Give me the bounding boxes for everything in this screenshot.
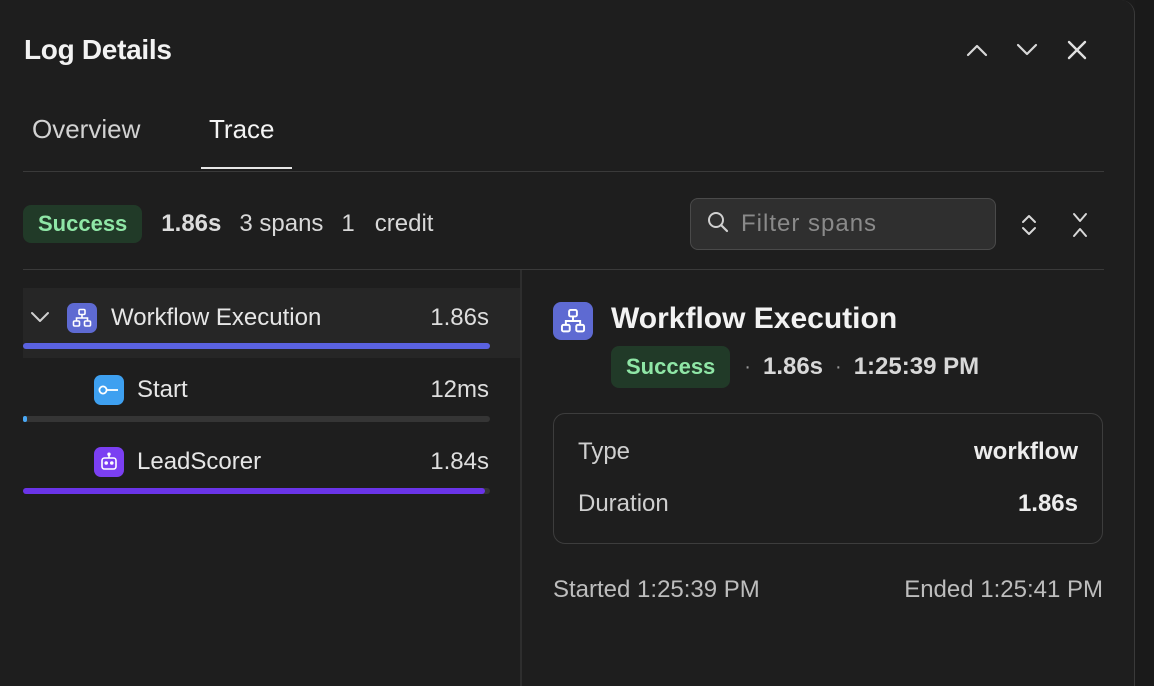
window-edge — [1135, 0, 1154, 686]
status-badge: Success — [23, 205, 143, 243]
detail-title: Workflow Execution — [611, 302, 898, 335]
span-duration: 1.86s — [430, 304, 489, 331]
attribute-value: 1.86s — [1017, 490, 1078, 517]
filter-spans-field[interactable] — [690, 198, 996, 250]
start-key-icon — [94, 375, 124, 405]
span-duration-bar-fill — [23, 416, 27, 422]
span-duration: 1.84s — [430, 448, 489, 475]
span-duration-bar-fill — [23, 488, 485, 494]
pane-divider[interactable] — [520, 270, 522, 686]
detail-meta: Success · 1.86s · 1:25:39 PM — [611, 346, 979, 388]
span-row-start[interactable]: Start 12ms — [23, 360, 520, 430]
robot-icon — [94, 447, 124, 477]
credit-label: credit — [374, 210, 434, 237]
separator-dot: · — [835, 355, 842, 378]
collapse-all-icon[interactable] — [1067, 211, 1093, 239]
attribute-row-type: Type workflow — [578, 438, 1078, 466]
tab-trace[interactable]: Trace — [209, 114, 275, 145]
span-duration-bar — [23, 488, 490, 494]
toolbar-divider — [23, 269, 1104, 270]
attribute-label: Duration — [578, 490, 669, 517]
span-duration-bar — [23, 343, 490, 349]
expand-all-icon[interactable] — [1016, 211, 1042, 239]
workflow-icon — [67, 303, 97, 333]
status-badge: Success — [611, 346, 731, 388]
chevron-up-icon[interactable] — [964, 36, 990, 64]
chevron-down-icon[interactable] — [1014, 36, 1040, 64]
ended-time: Ended 1:25:41 PM — [904, 576, 1103, 603]
header-actions — [964, 36, 1090, 64]
close-icon[interactable] — [1064, 36, 1090, 64]
detail-time: 1:25:39 PM — [853, 353, 980, 380]
search-icon — [707, 211, 729, 238]
chevron-down-icon[interactable] — [30, 310, 50, 328]
attribute-label: Type — [578, 438, 631, 465]
span-count: 3 spans — [239, 210, 324, 237]
span-duration: 12ms — [430, 376, 489, 403]
credit-count: 1 — [341, 210, 355, 237]
span-name: LeadScorer — [137, 448, 262, 475]
active-tab-indicator — [201, 167, 292, 169]
filter-spans-input[interactable] — [739, 209, 983, 239]
span-attributes-card: Type workflow Duration 1.86s — [553, 413, 1103, 544]
workflow-icon — [553, 302, 593, 340]
span-row-workflow-execution[interactable]: Workflow Execution 1.86s — [23, 288, 520, 358]
span-duration-bar — [23, 416, 490, 422]
panel-title: Log Details — [24, 34, 172, 65]
trace-summary: Success 1.86s 3 spans 1 credit — [23, 205, 433, 243]
tab-overview[interactable]: Overview — [32, 114, 140, 145]
log-details-panel: Log Details Overview Trace Success 1.86s… — [0, 0, 1135, 686]
span-row-leadscorer[interactable]: LeadScorer 1.84s — [23, 432, 520, 502]
attribute-row-duration: Duration 1.86s — [578, 490, 1078, 518]
started-time: Started 1:25:39 PM — [553, 576, 760, 603]
attribute-value: workflow — [973, 438, 1078, 465]
tab-bar: Overview Trace — [23, 100, 1104, 172]
total-duration: 1.86s — [161, 210, 222, 237]
span-name: Workflow Execution — [111, 304, 322, 331]
detail-duration: 1.86s — [762, 353, 824, 380]
span-timeline: Started 1:25:39 PM Ended 1:25:41 PM — [553, 576, 1103, 604]
span-duration-bar-fill — [23, 343, 490, 349]
span-name: Start — [137, 376, 188, 403]
separator-dot: · — [744, 355, 751, 378]
